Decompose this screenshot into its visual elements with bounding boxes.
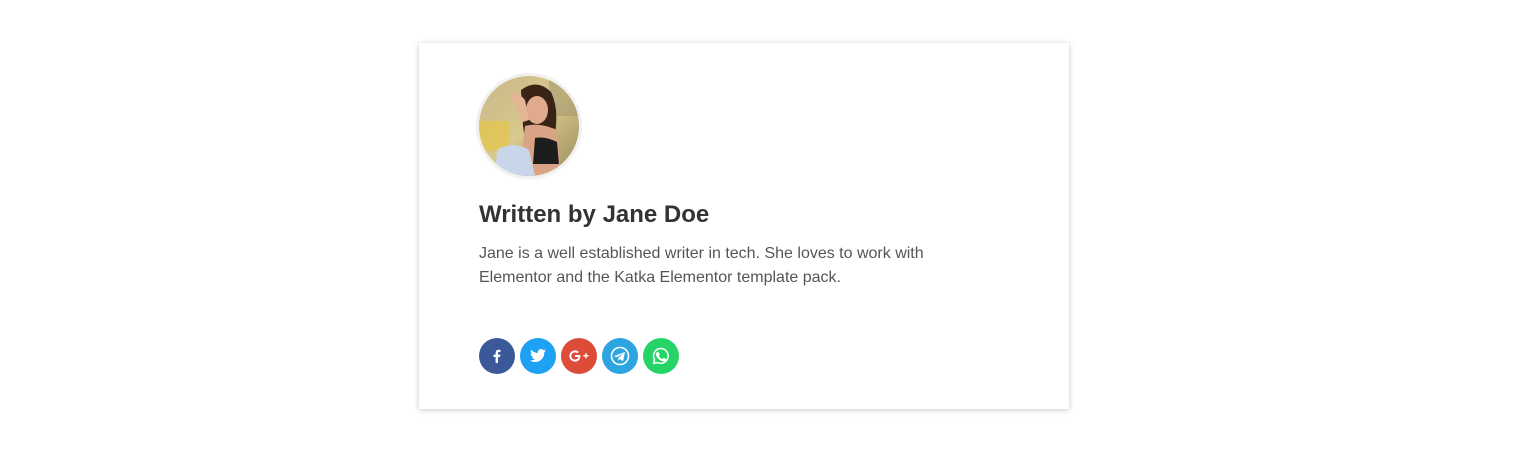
- telegram-button[interactable]: [602, 338, 638, 374]
- twitter-icon: [530, 349, 546, 362]
- author-title: Written by Jane Doe: [479, 201, 710, 228]
- google-plus-icon: [569, 350, 589, 362]
- google-plus-button[interactable]: [561, 338, 597, 374]
- telegram-icon: [610, 346, 630, 366]
- facebook-button[interactable]: [479, 338, 515, 374]
- facebook-icon: [493, 349, 501, 363]
- author-bio: Jane is a well established writer in tec…: [479, 245, 924, 286]
- author-avatar: [479, 76, 579, 176]
- author-box: Written by Jane Doe Jane is a well estab…: [419, 43, 1069, 409]
- whatsapp-icon: [652, 347, 669, 365]
- whatsapp-button[interactable]: [643, 338, 679, 374]
- twitter-button[interactable]: [520, 338, 556, 374]
- social-share-bar: [479, 338, 679, 374]
- author-photo: [479, 76, 579, 176]
